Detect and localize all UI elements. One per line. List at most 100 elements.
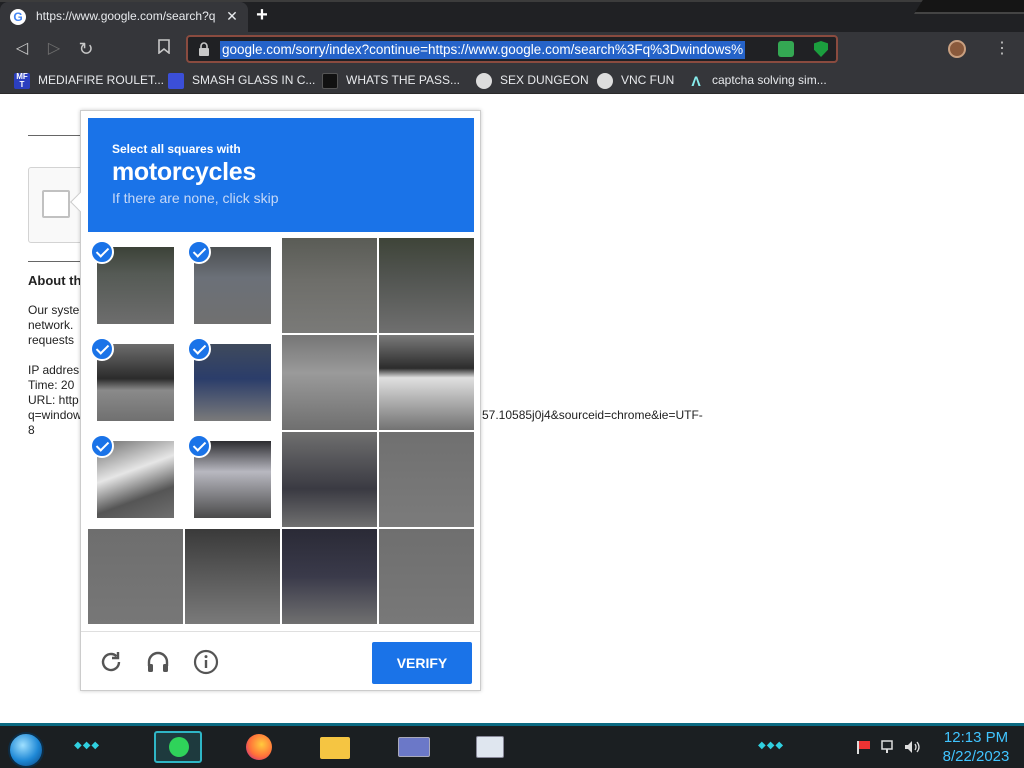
divider [28,261,88,262]
info-line: network. [28,318,74,332]
forward-button[interactable]: ▷ [44,39,64,59]
system-clock[interactable]: 12:13 PM 8/22/2023 [936,728,1016,766]
about-heading: About th [28,273,82,288]
tile-image [185,529,280,624]
bookmark-whats-the-pass[interactable]: WHATS THE PASS... [322,71,460,89]
shield-extension-icon[interactable] [814,41,828,57]
google-favicon-icon: G [10,9,26,25]
recaptcha-checkbox[interactable] [42,190,70,218]
browser-toolbar: ◁ ▷ ↻ google.com/sorry/index?continue=ht… [0,32,1024,66]
bookmark-mediafire[interactable]: MF T MEDIAFIRE ROULET... [14,71,164,89]
grid-tile[interactable] [185,335,280,430]
tile-image [282,238,377,333]
grid-tile[interactable] [185,529,280,624]
grid-tile[interactable] [379,238,474,333]
grid-tile[interactable] [379,432,474,527]
url-text[interactable]: google.com/sorry/index?continue=https://… [220,41,746,59]
close-tab-icon[interactable]: ✕ [224,8,240,24]
window-app-icon [398,737,430,757]
headphones-icon[interactable] [145,649,171,675]
back-button[interactable]: ◁ [12,39,32,59]
grid-tile[interactable] [185,238,280,333]
checkmark-icon [187,240,211,264]
tile-image [88,529,183,624]
grid-tile[interactable] [88,432,183,527]
clock-date: 8/22/2023 [942,748,1010,765]
notes-app-icon [169,737,189,757]
grid-tile[interactable] [282,238,377,333]
smash-icon [168,72,184,89]
tile-image [282,335,377,430]
task-manager-icon [476,736,504,758]
taskbar-app-window[interactable] [390,731,438,763]
taskbar-task-manager[interactable] [466,731,514,763]
tile-image [379,238,474,333]
browser-tab[interactable]: G https://www.google.com/search?q ✕ [0,2,248,32]
verify-button[interactable]: VERIFY [372,642,472,684]
tile-image [379,432,474,527]
grid-tile[interactable] [88,335,183,430]
mediafire-icon: MF T [14,72,30,89]
grid-tile[interactable] [185,432,280,527]
bookmark-label: SEX DUNGEON [500,73,589,87]
bookmark-star-button[interactable] [154,39,174,59]
taskbar-decoration: ◆◆◆ [74,740,101,751]
bookmark-label: WHATS THE PASS... [346,73,461,87]
checkmark-icon [90,240,114,264]
tile-image [282,432,377,527]
tab-title: https://www.google.com/search?q [36,9,216,23]
vnc-icon [597,72,613,89]
network-icon[interactable] [880,740,896,754]
menu-button[interactable]: ⋮ [992,39,1012,59]
bookmark-label: SMASH GLASS IN C... [192,73,316,87]
grid-tile[interactable] [88,238,183,333]
query-end-line: 8 [28,423,35,437]
lambda-icon: Λ [691,72,701,89]
taskbar-firefox[interactable] [236,731,284,763]
grid-tile[interactable] [282,335,377,430]
info-icon[interactable] [193,649,219,675]
flag-icon[interactable] [856,740,872,754]
query-tail-line: 57.10585j0j4&sourceid=chrome&ie=UTF- [482,408,703,422]
info-line: Our syste [28,303,80,317]
bookmarks-bar: MF T MEDIAFIRE ROULET... SMASH GLASS IN C.… [0,66,1024,94]
profile-avatar[interactable] [948,40,966,58]
grid-tile[interactable] [88,529,183,624]
captcha-header: Select all squares with motorcycles If t… [88,118,474,232]
new-tab-button[interactable]: + [252,5,272,26]
address-bar[interactable]: google.com/sorry/index?continue=https://… [186,35,838,63]
grid-tile[interactable] [282,432,377,527]
grid-tile[interactable] [379,335,474,430]
volume-icon[interactable] [904,740,920,754]
bookmark-captcha-solving[interactable]: Λcaptcha solving sim... [688,71,827,89]
reload-button[interactable]: ↻ [76,39,96,59]
checkmark-icon [187,337,211,361]
tab-bar: G https://www.google.com/search?q ✕ + [0,0,1024,32]
password-icon [322,72,338,89]
bookmark-vnc-fun[interactable]: VNC FUN [597,71,674,89]
clock-time: 12:13 PM [943,729,1009,746]
dungeon-icon [476,72,492,89]
bookmark-smash-glass[interactable]: SMASH GLASS IN C... [168,71,315,89]
taskbar: ◆◆◆ ◆◆◆ 12:13 PM 8/22/2023 [0,723,1024,768]
tile-image [282,529,377,624]
taskbar-notes-app[interactable] [154,731,202,763]
image-grid [88,238,474,624]
tile-image [379,335,474,430]
notes-extension-icon[interactable] [778,41,794,57]
captcha-footer: VERIFY [81,631,480,691]
grid-tile[interactable] [379,529,474,624]
grid-tile[interactable] [282,529,377,624]
bookmark-dungeon[interactable]: SEX DUNGEON [476,71,589,89]
reload-challenge-icon[interactable] [98,649,124,675]
query-line: q=window [28,408,82,422]
taskbar-explorer[interactable] [312,731,360,763]
folder-icon [320,737,350,759]
taskbar-decoration: ◆◆◆ [758,740,785,751]
start-button[interactable] [8,732,44,768]
ip-address-line: IP addres [28,363,80,377]
bookmark-label: MEDIAFIRE ROULET... [38,73,165,87]
bookmark-label: VNC FUN [621,73,675,87]
window-decoration [914,0,1024,14]
bookmark-label: captcha solving sim... [712,73,827,87]
